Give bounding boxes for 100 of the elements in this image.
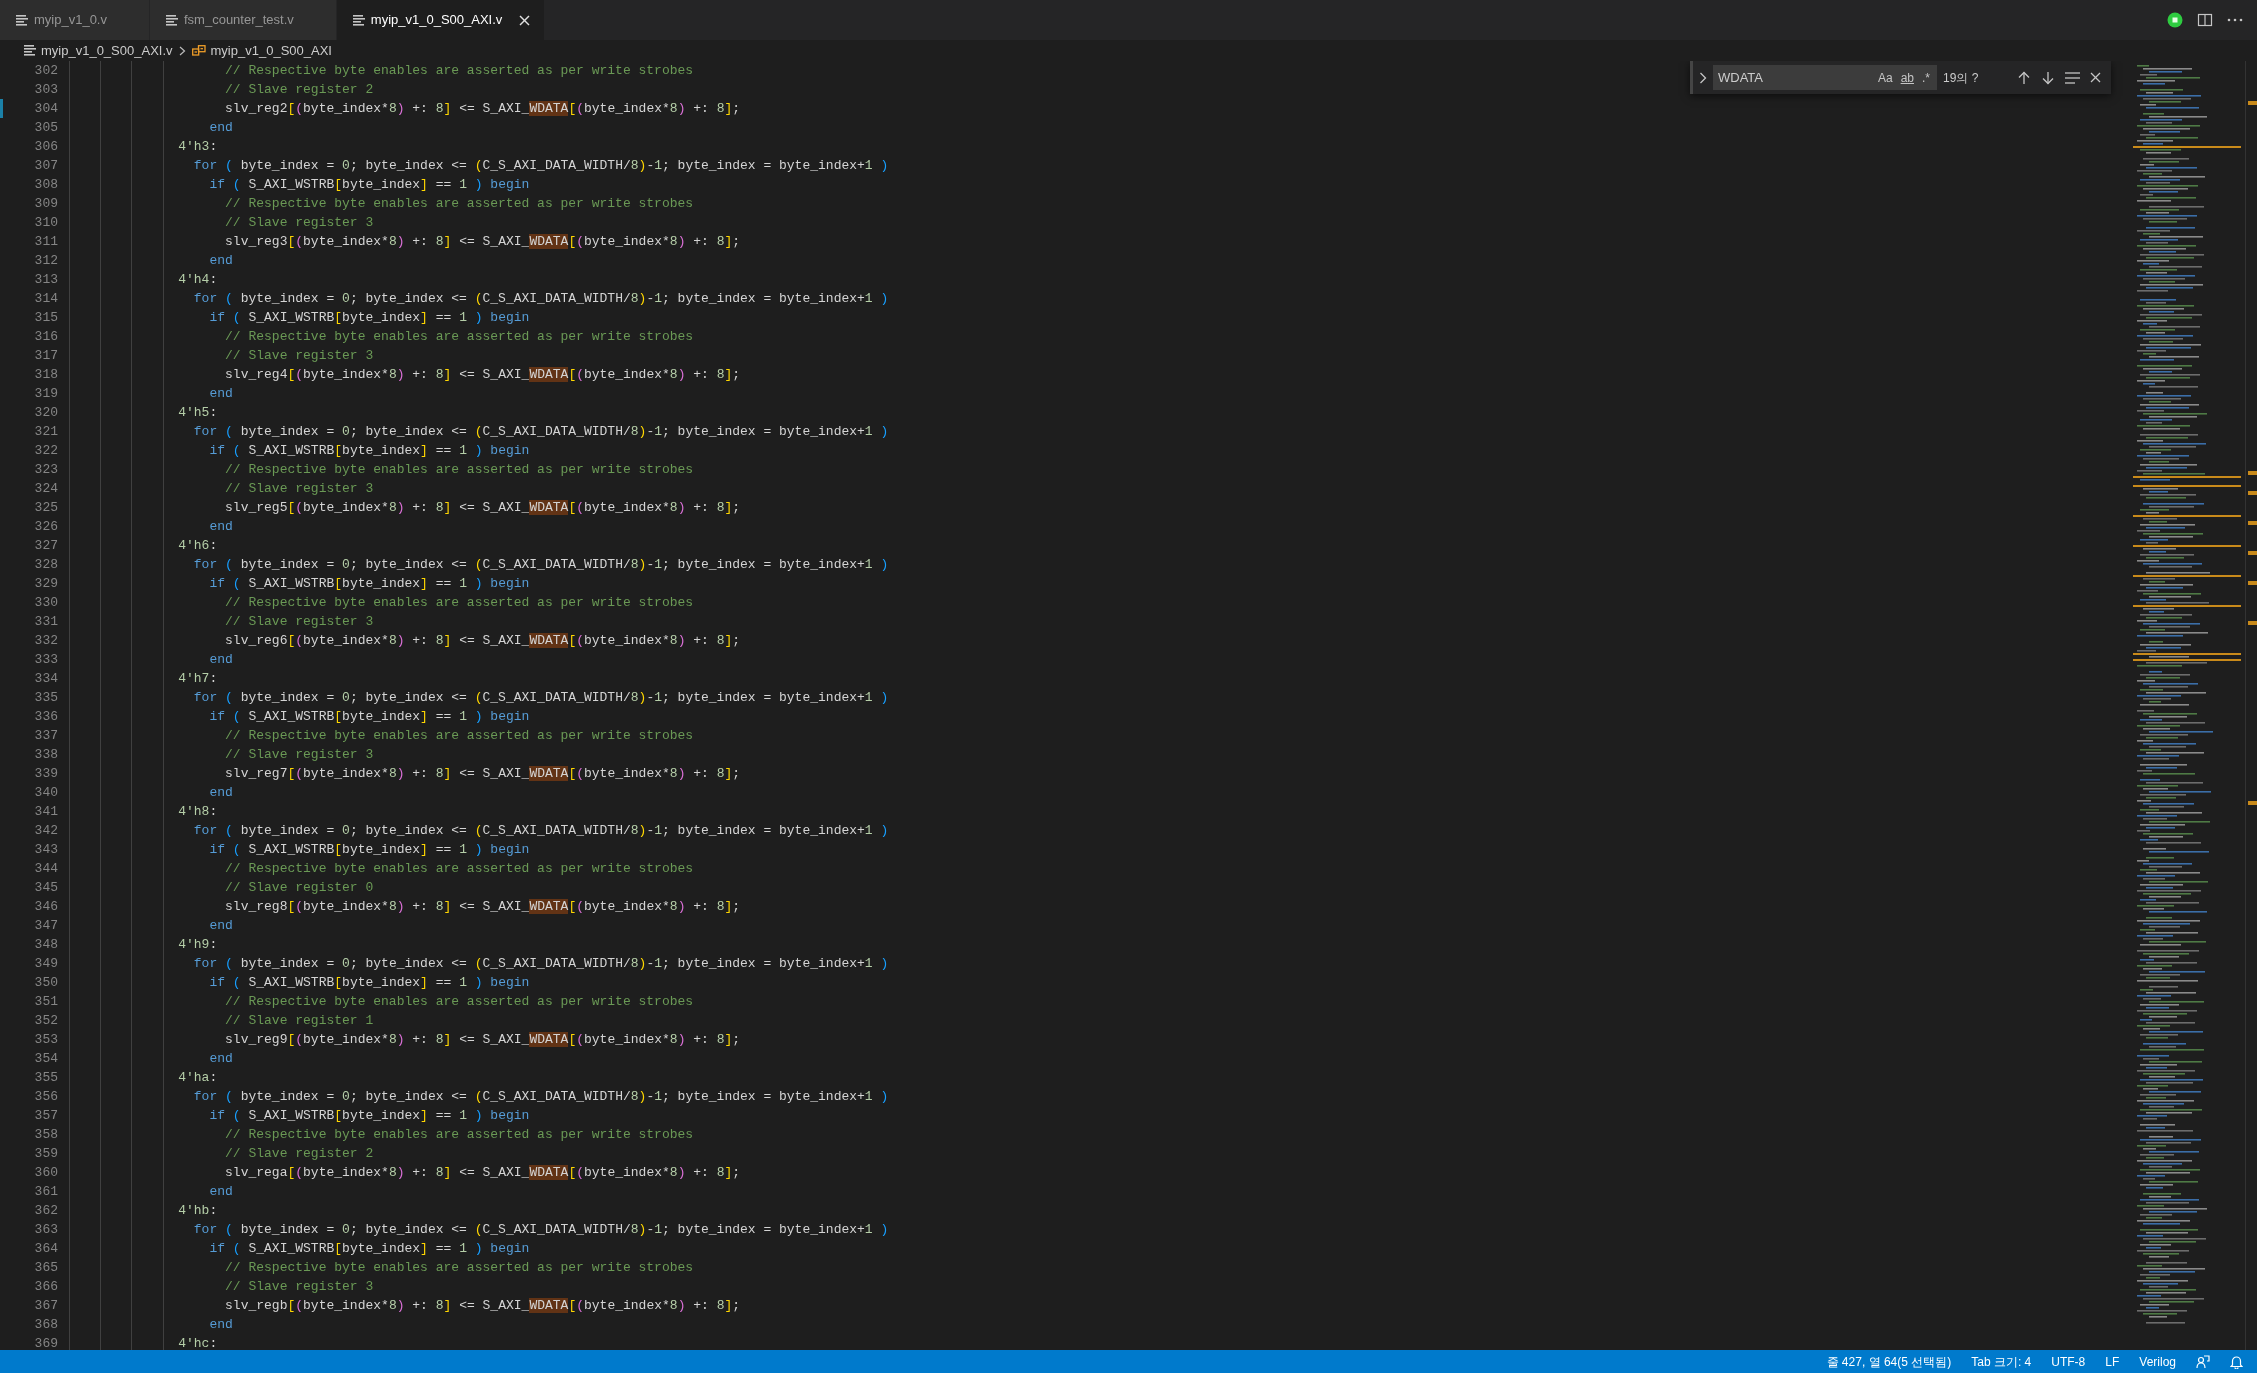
line-number: 352 xyxy=(33,1011,58,1030)
line-number: 345 xyxy=(33,878,58,897)
line-number: 364 xyxy=(33,1239,58,1258)
code-line: for ( byte_index = 0; byte_index <= (C_S_AXI_DATA_WIDTH/8)-1; byte_index = byte_index+1 ) xyxy=(192,1087,889,1106)
editor-tab[interactable]: myip_v1_0.v xyxy=(0,0,150,40)
code-line: // Slave register 3 xyxy=(224,612,374,631)
code-line: end xyxy=(208,650,233,669)
code-line: // Respective byte enables are asserted as per write strobes xyxy=(224,1258,694,1277)
line-number: 360 xyxy=(33,1163,58,1182)
line-number: 305 xyxy=(33,118,58,137)
editor-tab[interactable]: fsm_counter_test.v xyxy=(150,0,337,40)
line-number: 358 xyxy=(33,1125,58,1144)
breadcrumb-item[interactable]: myip_v1_0_S00_AXI xyxy=(189,40,334,61)
line-number: 320 xyxy=(33,403,58,422)
line-number: 356 xyxy=(33,1087,58,1106)
code-line: for ( byte_index = 0; byte_index <= (C_S_AXI_DATA_WIDTH/8)-1; byte_index = byte_index+1 ) xyxy=(192,1220,889,1239)
line-number: 306 xyxy=(33,137,58,156)
code-line: // Slave register 3 xyxy=(224,346,374,365)
code-line: slv_reg3[(byte_index*8) +: 8] <= S_AXI_WDATA[(byte_index*8) +: 8]; xyxy=(224,232,741,251)
line-number: 363 xyxy=(33,1220,58,1239)
split-editor-icon[interactable] xyxy=(2197,12,2213,28)
close-icon[interactable] xyxy=(518,14,530,26)
line-number: 342 xyxy=(33,821,58,840)
line-number: 326 xyxy=(33,517,58,536)
search-option-toggle[interactable]: Aa xyxy=(1874,68,1896,87)
line-number: 353 xyxy=(33,1030,58,1049)
code-line: // Slave register 1 xyxy=(224,1011,374,1030)
line-number: 302 xyxy=(33,61,58,80)
line-number: 343 xyxy=(33,840,58,859)
arrow-down-icon[interactable] xyxy=(2041,70,2055,85)
expand-replace-icon[interactable] xyxy=(1699,71,1707,84)
line-number: 341 xyxy=(33,802,58,821)
code-line: // Respective byte enables are asserted as per write strobes xyxy=(224,593,694,612)
extension-status-icon[interactable] xyxy=(2167,12,2183,28)
line-number: 315 xyxy=(33,308,58,327)
find-input[interactable]: WDATA Aa ab .* xyxy=(1713,65,1937,90)
code-line: end xyxy=(208,916,233,935)
feedback-icon[interactable] xyxy=(2196,1354,2210,1369)
file-lines-icon xyxy=(16,14,28,26)
line-number: 350 xyxy=(33,973,58,992)
status-item[interactable]: 줄 427, 열 64(5 선택됨) xyxy=(1826,1352,1952,1371)
close-icon[interactable] xyxy=(2090,72,2101,83)
code-line: 4'ha: xyxy=(177,1068,218,1087)
line-number: 361 xyxy=(33,1182,58,1201)
module-icon xyxy=(191,44,206,57)
code-line: // Slave register 2 xyxy=(224,80,374,99)
line-number: 338 xyxy=(33,745,58,764)
code-line: for ( byte_index = 0; byte_index <= (C_S_AXI_DATA_WIDTH/8)-1; byte_index = byte_index+1 ) xyxy=(192,156,889,175)
code-line: for ( byte_index = 0; byte_index <= (C_S_AXI_DATA_WIDTH/8)-1; byte_index = byte_index+1 ) xyxy=(192,289,889,308)
code-line: 4'h9: xyxy=(177,935,218,954)
search-option-toggle[interactable]: ab xyxy=(1897,68,1917,87)
line-number: 344 xyxy=(33,859,58,878)
line-number: 369 xyxy=(33,1334,58,1350)
code-line: slv_rega[(byte_index*8) +: 8] <= S_AXI_WDATA[(byte_index*8) +: 8]; xyxy=(224,1163,741,1182)
status-item[interactable]: UTF-8 xyxy=(2051,1352,2086,1371)
code-line: end xyxy=(208,251,233,270)
scrollbar[interactable] xyxy=(2245,61,2257,1350)
line-number: 332 xyxy=(33,631,58,650)
search-option-toggle[interactable]: .* xyxy=(1919,68,1933,87)
line-number: 309 xyxy=(33,194,58,213)
code-line: // Respective byte enables are asserted as per write strobes xyxy=(224,194,694,213)
code-line: 4'h5: xyxy=(177,403,218,422)
line-number: 328 xyxy=(33,555,58,574)
code-line: // Slave register 3 xyxy=(224,745,374,764)
line-number: 314 xyxy=(33,289,58,308)
line-number: 331 xyxy=(33,612,58,631)
code-line: for ( byte_index = 0; byte_index <= (C_S_AXI_DATA_WIDTH/8)-1; byte_index = byte_index+1 ) xyxy=(192,422,889,441)
breadcrumb-item[interactable]: myip_v1_0_S00_AXI.v xyxy=(22,40,175,61)
code-line: // Respective byte enables are asserted as per write strobes xyxy=(224,61,694,80)
code-line: if ( S_AXI_WSTRB[byte_index] == 1 ) begin xyxy=(208,574,530,593)
match-count: 19의 ? xyxy=(1943,69,1980,87)
code-line: 4'h7: xyxy=(177,669,218,688)
code-line: slv_reg8[(byte_index*8) +: 8] <= S_AXI_WDATA[(byte_index*8) +: 8]; xyxy=(224,897,741,916)
file-lines-icon xyxy=(352,14,365,26)
more-actions-icon[interactable] xyxy=(2227,18,2243,22)
line-number: 318 xyxy=(33,365,58,384)
line-number: 357 xyxy=(33,1106,58,1125)
code-line: if ( S_AXI_WSTRB[byte_index] == 1 ) begin xyxy=(208,441,530,460)
arrow-up-icon[interactable] xyxy=(2017,70,2031,85)
line-number: 340 xyxy=(33,783,58,802)
line-number: 308 xyxy=(33,175,58,194)
code-line: 4'hc: xyxy=(177,1334,218,1350)
line-number: 351 xyxy=(33,992,58,1011)
code-line: slv_reg4[(byte_index*8) +: 8] <= S_AXI_WDATA[(byte_index*8) +: 8]; xyxy=(224,365,741,384)
line-number: 354 xyxy=(33,1049,58,1068)
status-item[interactable]: Verilog xyxy=(2139,1352,2176,1371)
find-in-selection-icon[interactable] xyxy=(2065,71,2080,84)
code-line: end xyxy=(208,783,233,802)
line-number: 327 xyxy=(33,536,58,555)
code-line: slv_reg6[(byte_index*8) +: 8] <= S_AXI_WDATA[(byte_index*8) +: 8]; xyxy=(224,631,741,650)
code-line: // Respective byte enables are asserted as per write strobes xyxy=(224,327,694,346)
notification-bell-icon[interactable] xyxy=(2230,1354,2243,1369)
line-number: 323 xyxy=(33,460,58,479)
status-item[interactable]: LF xyxy=(2105,1352,2120,1371)
line-number: 321 xyxy=(33,422,58,441)
editor-tab[interactable]: myip_v1_0_S00_AXI.v xyxy=(336,0,545,40)
code-line: if ( S_AXI_WSTRB[byte_index] == 1 ) begin xyxy=(208,1239,530,1258)
code-line: // Respective byte enables are asserted as per write strobes xyxy=(224,1125,694,1144)
status-item[interactable]: Tab 크기: 4 xyxy=(1971,1352,2032,1371)
line-number: 368 xyxy=(33,1315,58,1334)
